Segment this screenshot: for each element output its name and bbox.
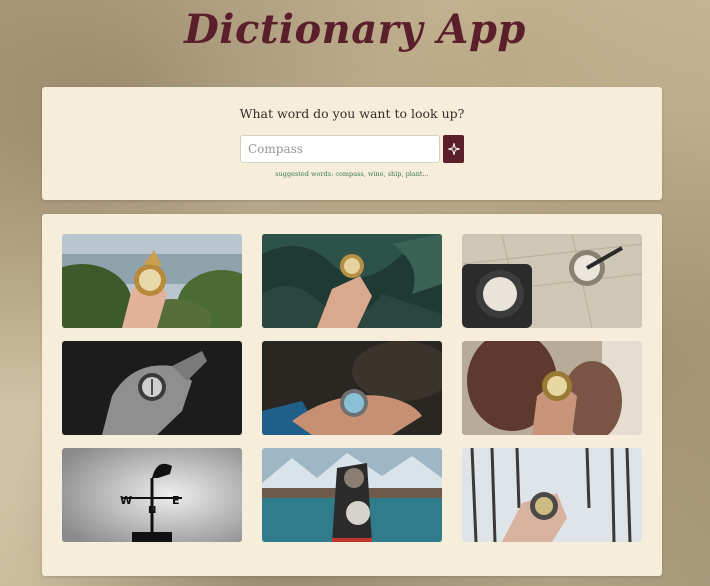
search-button[interactable]	[443, 135, 464, 163]
compasses-on-map-photo[interactable]	[462, 234, 642, 328]
suggested-words: suggested words: compass, wine, ship, pl…	[275, 170, 429, 178]
search-question: What word do you want to look up?	[239, 106, 465, 121]
app-title: Dictionary App	[184, 6, 526, 53]
weather-vane-rooster-photo[interactable]: W E N	[62, 448, 242, 542]
svg-text:N: N	[148, 505, 156, 516]
search-panel: What word do you want to look up? sugges…	[42, 87, 662, 200]
open-palm-compass-photo[interactable]	[262, 341, 442, 435]
hand-compass-foliage-photo[interactable]	[262, 234, 442, 328]
hand-compass-snowy-forest-photo[interactable]	[462, 448, 642, 542]
gloved-hand-compass-fjord-photo[interactable]	[262, 448, 442, 542]
svg-text:W: W	[120, 494, 132, 507]
hand-compass-coast-photo[interactable]	[62, 234, 242, 328]
person-holding-compass-photo[interactable]	[462, 341, 642, 435]
image-gallery: W E N	[42, 214, 662, 576]
svg-text:E: E	[172, 494, 180, 507]
search-input[interactable]	[240, 135, 440, 163]
bw-hand-compass-photo[interactable]	[62, 341, 242, 435]
sparkle-icon	[447, 143, 460, 155]
